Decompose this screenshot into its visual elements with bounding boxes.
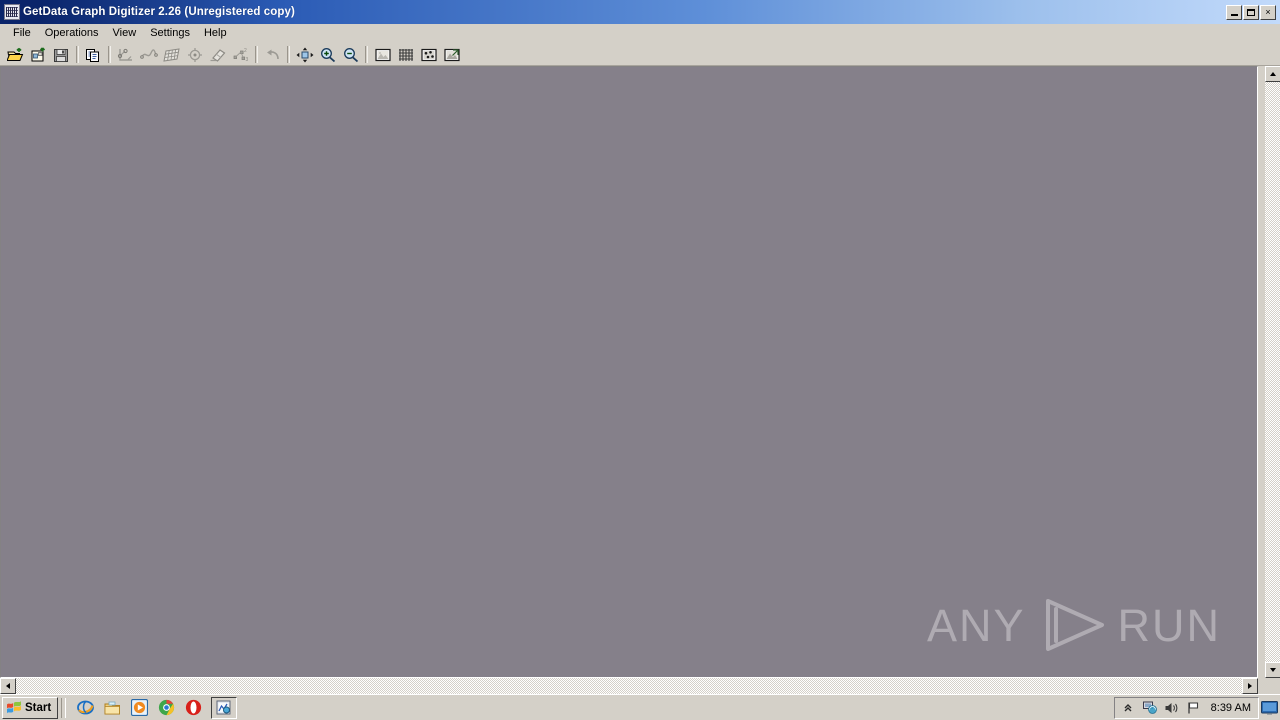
open-project-icon [31, 46, 45, 61]
taskbar-getdata-button[interactable] [211, 696, 238, 719]
zoom-in-button[interactable] [316, 44, 339, 66]
windows-flag-icon [7, 701, 21, 714]
client-area: ANY RUN [0, 66, 1280, 694]
start-button[interactable]: Start [2, 696, 59, 719]
app-graph-icon [4, 4, 20, 20]
horizontal-scrollbar[interactable] [0, 678, 1258, 694]
desktop-root: GetData Graph Digitizer 2.26 (Unregister… [0, 0, 1280, 720]
capture-point-button[interactable] [183, 44, 206, 66]
close-button[interactable]: × [1260, 4, 1276, 20]
system-tray: 8:39 AM [1113, 696, 1259, 719]
menu-file[interactable]: File [6, 25, 38, 41]
fit-to-window-button[interactable] [440, 44, 463, 66]
minimize-button[interactable] [1226, 4, 1242, 20]
set-axes-button[interactable] [114, 44, 137, 66]
save-button[interactable] [50, 44, 73, 66]
menu-operations[interactable]: Operations [38, 25, 106, 41]
close-icon: × [1265, 6, 1271, 17]
scrollbar-corner [1264, 678, 1280, 694]
curve-button[interactable] [137, 44, 160, 66]
scroll-left-arrow[interactable] [0, 678, 16, 694]
maximize-button[interactable] [1243, 4, 1259, 20]
graph-canvas-frame: ANY RUN [0, 66, 1258, 678]
start-button-label: Start [25, 701, 52, 714]
image-thumb-icon [374, 48, 391, 61]
show-grid-button[interactable] [394, 44, 417, 66]
quicklaunch-separator [61, 697, 67, 718]
points-button[interactable]: 2 3 [229, 44, 252, 66]
taskbar: Start 8:39 AM [0, 694, 1280, 720]
pan-move-icon [296, 47, 313, 62]
opera-icon[interactable] [185, 699, 202, 716]
fit-image-icon [443, 48, 460, 61]
menu-help[interactable]: Help [197, 25, 234, 41]
toolbar-separator [255, 46, 258, 63]
toolbar-separator [365, 46, 368, 63]
toolbar-separator [287, 46, 290, 63]
open-folder-icon [6, 47, 23, 61]
toolbar-separator [108, 46, 111, 63]
taskbar-clock[interactable]: 8:39 AM [1208, 702, 1254, 714]
eraser-button[interactable] [206, 44, 229, 66]
copy-icon [86, 48, 99, 62]
window-controls: × [1226, 4, 1276, 20]
eraser-icon [210, 48, 225, 62]
graph-canvas[interactable] [1, 67, 1257, 677]
undo-button[interactable] [261, 44, 284, 66]
window-title: GetData Graph Digitizer 2.26 (Unregister… [23, 6, 295, 18]
zoom-out-icon [343, 47, 358, 62]
undo-arrow-icon [266, 49, 279, 59]
explorer-folder-icon[interactable] [104, 699, 121, 716]
show-desktop-icon[interactable] [1260, 700, 1278, 716]
svg-text:2: 2 [244, 48, 247, 54]
menu-view[interactable]: View [106, 25, 144, 41]
toolbar-separator [76, 46, 79, 63]
show-hidden-icons-chevron[interactable] [1120, 700, 1136, 716]
chrome-icon[interactable] [158, 699, 175, 716]
flag-icon[interactable] [1186, 700, 1202, 716]
points-number-icon: 2 3 [233, 48, 248, 63]
app-graph-icon [216, 700, 231, 714]
scroll-right-arrow[interactable] [1242, 678, 1258, 694]
copy-button[interactable] [82, 44, 105, 66]
curve-icon [139, 48, 158, 59]
zoom-in-icon [320, 47, 335, 62]
axes-icon [117, 48, 132, 61]
menu-settings[interactable]: Settings [143, 25, 197, 41]
window-titlebar[interactable]: GetData Graph Digitizer 2.26 (Unregister… [0, 0, 1280, 24]
open-project-button[interactable] [27, 44, 50, 66]
svg-text:3: 3 [245, 57, 248, 63]
media-player-icon[interactable] [131, 699, 149, 716]
pan-button[interactable] [293, 44, 316, 66]
menubar: File Operations View Settings Help [0, 24, 1280, 42]
network-connection-icon[interactable] [1142, 700, 1158, 716]
open-image-button[interactable] [4, 44, 27, 66]
grid-perspective-icon [162, 47, 180, 62]
internet-explorer-icon[interactable] [77, 699, 95, 716]
zoom-out-button[interactable] [339, 44, 362, 66]
floppy-disk-icon [54, 48, 68, 62]
quick-launch-bar [77, 699, 202, 716]
scroll-down-arrow[interactable] [1265, 662, 1280, 678]
vertical-scrollbar[interactable] [1264, 66, 1280, 678]
volume-icon[interactable] [1164, 700, 1180, 716]
show-points-button[interactable] [417, 44, 440, 66]
grid-mesh-icon [398, 48, 413, 61]
show-image-button[interactable] [371, 44, 394, 66]
main-toolbar: 2 3 [0, 44, 1280, 66]
scroll-up-arrow[interactable] [1265, 66, 1280, 82]
crosshair-target-icon [187, 47, 202, 62]
grid-setup-button[interactable] [160, 44, 183, 66]
scatter-points-icon [420, 48, 437, 61]
